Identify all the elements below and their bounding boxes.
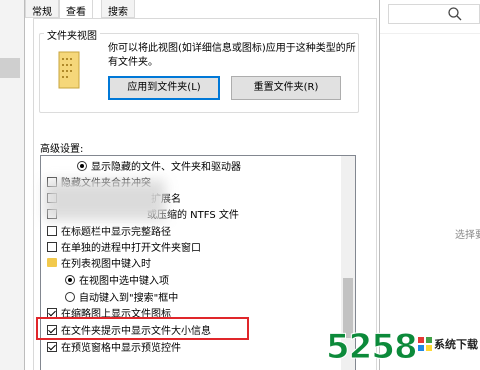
list-item[interactable]: 显示隐藏的文件、文件夹和驱动器 (77, 158, 355, 173)
list-item[interactable]: 在预览窗格中显示预览控件 (47, 339, 347, 354)
windows-logo-icon (418, 337, 432, 351)
folder-views-description-line2: 有文件夹。 (108, 57, 158, 68)
tab-bar: 常规 查看 搜索 (25, 0, 381, 19)
radio-button[interactable] (77, 160, 87, 171)
tab-search[interactable]: 搜索 (101, 0, 135, 18)
advanced-settings-label: 高级设置: (40, 144, 84, 155)
folder-icon (47, 258, 57, 267)
list-item-label: 在视图中选中键入项 (79, 276, 169, 287)
list-item-label: 在单独的进程中打开文件夹窗口 (61, 243, 201, 254)
checkbox[interactable] (47, 341, 57, 352)
list-item[interactable]: 在标题栏中显示完整路径 (47, 223, 347, 238)
watermark-number: 5258 (326, 327, 419, 368)
watermark: 5258 系统下载 (326, 323, 480, 370)
checkbox[interactable] (47, 225, 57, 236)
blurred-overlay (45, 180, 165, 220)
folder-views-title: 文件夹视图 (44, 27, 100, 42)
background-right-window (380, 0, 480, 370)
tab-view[interactable]: 查看 (59, 0, 93, 19)
background-hint-text: 选择要 (455, 230, 480, 241)
highlight-box (36, 317, 249, 340)
search-icon (448, 7, 462, 21)
list-item-label: 显示隐藏的文件、文件夹和驱动器 (91, 162, 241, 173)
list-item[interactable]: 在单独的进程中打开文件夹窗口 (47, 239, 347, 254)
radio-button[interactable] (65, 274, 75, 285)
list-item[interactable]: 在视图中选中键入项 (65, 272, 355, 287)
folder-file-icon (58, 51, 80, 89)
list-item-label: 在列表视图中键入时 (61, 259, 151, 270)
watermark-text: 系统下载 (434, 338, 478, 351)
list-item-label: 自动键入到"搜索"框中 (79, 293, 179, 304)
background-left-mark (0, 58, 20, 78)
list-item-label: 在标题栏中显示完整路径 (61, 227, 171, 238)
background-left-window (0, 0, 24, 370)
apply-to-folders-button[interactable]: 应用到文件夹(L) (108, 76, 220, 100)
checkbox[interactable] (47, 241, 57, 252)
background-search-box[interactable] (388, 4, 480, 24)
reset-folders-button[interactable]: 重置文件夹(R) (231, 76, 341, 100)
tab-general[interactable]: 常规 (25, 0, 59, 18)
list-item-label: 在预览窗格中显示预览控件 (61, 343, 181, 354)
list-item[interactable]: 在列表视图中键入时 (47, 255, 347, 270)
folder-views-description: 你可以将此视图(如详细信息或图标)应用于这种类型的所 有文件夹。 (108, 42, 358, 70)
checkbox[interactable] (47, 307, 57, 318)
radio-button[interactable] (65, 291, 75, 302)
folder-views-description-line1: 你可以将此视图(如详细信息或图标)应用于这种类型的所 (108, 43, 356, 54)
list-item[interactable]: 自动键入到"搜索"框中 (65, 289, 355, 304)
